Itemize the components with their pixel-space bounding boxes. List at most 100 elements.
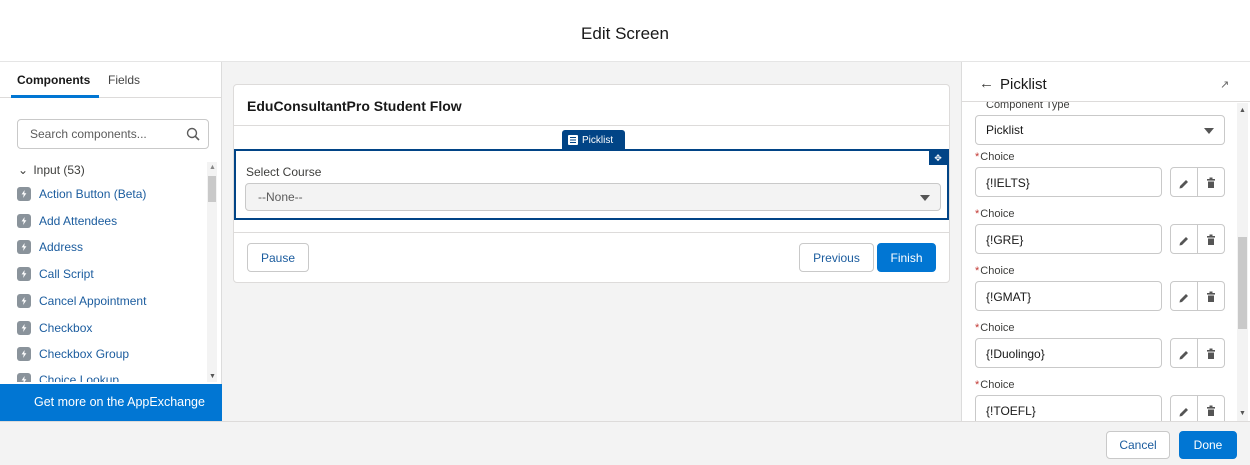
list-item[interactable]: Call Script bbox=[17, 264, 205, 284]
delete-choice-button[interactable] bbox=[1197, 281, 1225, 311]
choice-label: *Choice bbox=[975, 208, 1015, 220]
list-item[interactable]: Action Button (Beta) bbox=[17, 184, 205, 204]
delete-choice-button[interactable] bbox=[1197, 224, 1225, 254]
list-item[interactable]: Cancel Appointment bbox=[17, 291, 205, 311]
component-label: Cancel Appointment bbox=[39, 294, 147, 308]
components-panel: Components Fields ⌄ Input (53) Action Bu… bbox=[0, 62, 222, 421]
cancel-button[interactable]: Cancel bbox=[1106, 431, 1170, 459]
list-item[interactable]: Address bbox=[17, 237, 205, 257]
trash-icon bbox=[1207, 405, 1215, 416]
pencil-icon bbox=[1179, 180, 1188, 189]
choice-row: *Choice {!GMAT} bbox=[975, 265, 1235, 315]
lightning-icon bbox=[17, 214, 31, 228]
selected-picklist-component[interactable]: ✥🗑 Select Course --None-- bbox=[234, 149, 949, 220]
scroll-up-icon[interactable]: ▲ bbox=[209, 164, 216, 171]
flow-title: EduConsultantPro Student Flow bbox=[247, 98, 462, 114]
component-label: Add Attendees bbox=[39, 214, 118, 228]
choice-input[interactable]: {!Duolingo} bbox=[975, 338, 1162, 368]
component-type-value: Picklist bbox=[986, 123, 1024, 137]
picklist-icon bbox=[568, 135, 578, 145]
pause-button[interactable]: Pause bbox=[247, 243, 309, 272]
list-item[interactable]: Checkbox Group bbox=[17, 344, 205, 364]
pencil-icon bbox=[1179, 408, 1188, 417]
previous-button[interactable]: Previous bbox=[799, 243, 874, 272]
list-item[interactable]: Checkbox bbox=[17, 318, 205, 338]
select-course-dropdown[interactable]: --None-- bbox=[245, 183, 941, 211]
lightning-icon bbox=[17, 294, 31, 308]
selected-component-tag: Picklist bbox=[562, 130, 625, 150]
lightning-icon bbox=[17, 267, 31, 281]
choice-input[interactable]: {!TOEFL} bbox=[975, 395, 1162, 421]
pencil-icon bbox=[1179, 237, 1188, 246]
scroll-down-icon[interactable]: ▼ bbox=[1239, 410, 1246, 417]
delete-choice-button[interactable] bbox=[1197, 338, 1225, 368]
edit-choice-button[interactable] bbox=[1170, 281, 1198, 311]
screen-canvas: EduConsultantPro Student Flow Picklist ✥… bbox=[233, 84, 950, 283]
search-box[interactable] bbox=[17, 119, 209, 149]
edit-choice-button[interactable] bbox=[1170, 395, 1198, 421]
component-label: Checkbox Group bbox=[39, 347, 130, 361]
list-item[interactable]: Choice Lookup bbox=[17, 370, 205, 382]
panel-tabs: Components Fields bbox=[0, 62, 222, 98]
choice-input[interactable]: {!GRE} bbox=[975, 224, 1162, 254]
scroll-up-icon[interactable]: ▲ bbox=[1239, 107, 1246, 114]
component-label: Action Button (Beta) bbox=[39, 187, 147, 201]
search-icon[interactable] bbox=[186, 127, 200, 141]
dropdown-value: --None-- bbox=[258, 190, 303, 204]
tab-fields[interactable]: Fields bbox=[108, 73, 140, 87]
component-list: Action Button (Beta) Add Attendees Addre… bbox=[17, 184, 205, 382]
scrollbar-thumb[interactable] bbox=[1238, 237, 1247, 329]
delete-choice-button[interactable] bbox=[1197, 395, 1225, 421]
properties-scrollbar[interactable]: ▲ ▼ bbox=[1237, 103, 1248, 421]
chevron-down-icon: ⌄ bbox=[18, 163, 29, 177]
properties-body: Component Type Picklist *Choice {!IELTS}… bbox=[962, 102, 1238, 421]
choice-row: *Choice {!IELTS} bbox=[975, 151, 1235, 201]
tab-components[interactable]: Components bbox=[17, 73, 90, 87]
pencil-icon bbox=[1179, 294, 1188, 303]
finish-button[interactable]: Finish bbox=[877, 243, 936, 272]
field-label: Select Course bbox=[246, 165, 322, 179]
checkbox-group-icon bbox=[17, 347, 31, 361]
trash-icon bbox=[1207, 291, 1215, 302]
move-delete-icon[interactable]: ✥🗑 bbox=[929, 151, 947, 177]
component-label: Checkbox bbox=[39, 321, 93, 335]
trash-icon bbox=[1207, 348, 1215, 359]
list-item[interactable]: Add Attendees bbox=[17, 211, 205, 231]
section-label: Input (53) bbox=[33, 163, 85, 177]
delete-choice-button[interactable] bbox=[1197, 167, 1225, 197]
search-input[interactable] bbox=[28, 126, 178, 142]
edit-choice-button[interactable] bbox=[1170, 167, 1198, 197]
divider bbox=[234, 125, 949, 126]
choice-row: *Choice {!TOEFL} bbox=[975, 379, 1235, 421]
pencil-icon bbox=[1179, 351, 1188, 360]
page-title: Edit Screen bbox=[581, 24, 669, 43]
choice-input[interactable]: {!IELTS} bbox=[975, 167, 1162, 197]
input-section-header[interactable]: ⌄ Input (53) bbox=[18, 163, 85, 177]
component-type-select[interactable]: Picklist bbox=[975, 115, 1225, 145]
edit-choice-button[interactable] bbox=[1170, 224, 1198, 254]
back-arrow-icon[interactable]: ← bbox=[979, 75, 994, 92]
properties-title: Picklist bbox=[1000, 76, 1047, 93]
choice-label: *Choice bbox=[975, 265, 1015, 277]
done-button[interactable]: Done bbox=[1179, 431, 1237, 459]
choice-input[interactable]: {!GMAT} bbox=[975, 281, 1162, 311]
component-label: Choice Lookup bbox=[39, 373, 120, 382]
scroll-down-icon[interactable]: ▼ bbox=[209, 373, 216, 380]
expand-icon[interactable]: ↗ bbox=[1220, 78, 1229, 91]
caret-down-icon bbox=[920, 195, 930, 201]
scrollbar-thumb[interactable] bbox=[208, 176, 216, 202]
footer-bar: Cancel Done bbox=[0, 421, 1250, 465]
component-type-label: Component Type bbox=[986, 102, 1070, 111]
selected-tag-label: Picklist bbox=[582, 134, 614, 146]
appexchange-link[interactable]: Get more on the AppExchange bbox=[0, 384, 222, 421]
component-list-scrollbar[interactable]: ▲ ▼ bbox=[207, 162, 217, 382]
active-tab-indicator bbox=[11, 95, 99, 98]
divider bbox=[234, 232, 949, 233]
choice-label: *Choice bbox=[975, 379, 1015, 391]
edit-choice-button[interactable] bbox=[1170, 338, 1198, 368]
trash-icon bbox=[1207, 177, 1215, 188]
checkbox-icon bbox=[17, 321, 31, 335]
caret-down-icon bbox=[1204, 128, 1214, 134]
component-label: Call Script bbox=[39, 267, 94, 281]
trash-icon bbox=[1207, 234, 1215, 245]
